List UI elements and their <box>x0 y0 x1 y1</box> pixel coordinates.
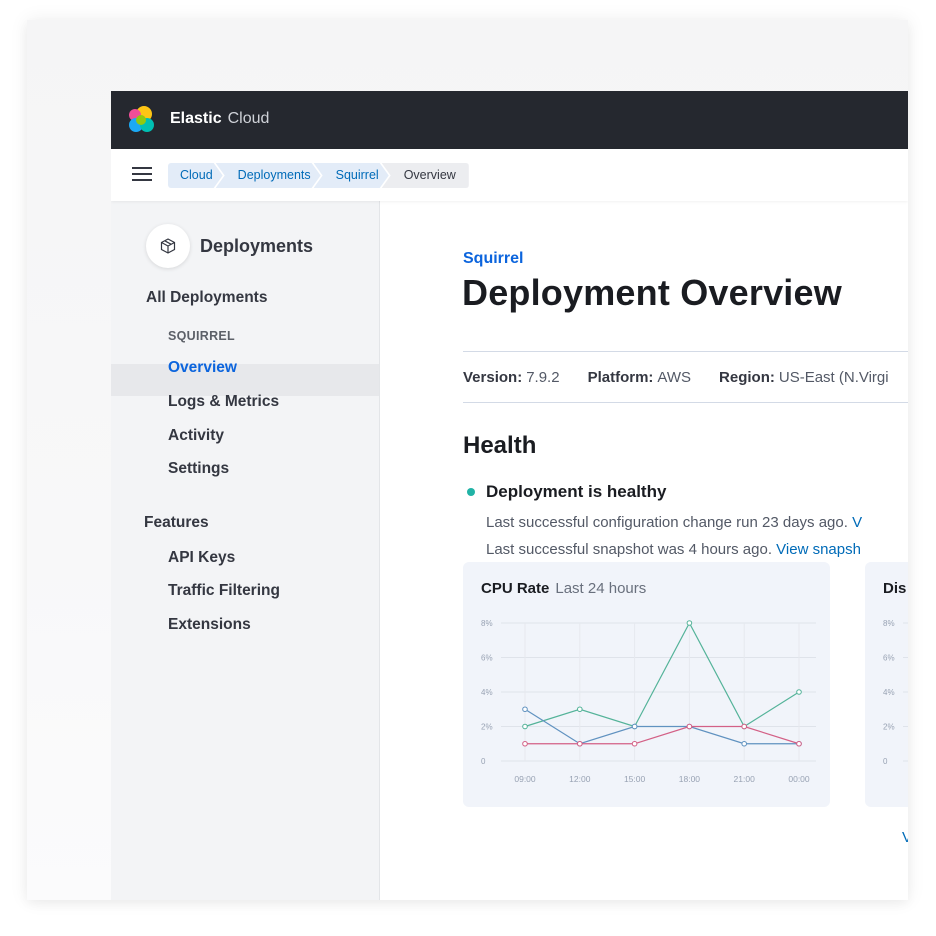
breadcrumb-cloud[interactable]: Cloud <box>168 163 223 188</box>
y-tick-label: 8% <box>883 619 895 628</box>
x-tick-label: 18:00 <box>679 774 701 784</box>
breadcrumb-squirrel[interactable]: Squirrel <box>314 163 389 188</box>
y-tick-label: 6% <box>883 654 895 663</box>
platform-label: Platform: <box>587 368 654 386</box>
deployment-meta: Version: 7.9.2 Platform: AWS Region: US-Eas… <box>463 351 908 403</box>
x-tick-label: 21:00 <box>734 774 756 784</box>
view-snapshots-link[interactable]: View snapsh <box>776 541 861 558</box>
data-point <box>686 723 693 730</box>
disk-chart: 0 2% 4% 6% 8% <box>883 619 908 766</box>
sidebar-features-heading: Features <box>144 514 209 531</box>
data-point <box>577 740 583 747</box>
view-more-link[interactable]: V <box>902 829 908 846</box>
page-title: Deployment Overview <box>462 272 842 313</box>
data-point <box>796 689 802 695</box>
top-bar: Elastic Cloud <box>111 91 908 149</box>
sidebar-item-activity[interactable]: Activity <box>168 427 224 445</box>
version-value: 7.9.2 <box>526 368 560 386</box>
data-point <box>741 723 748 730</box>
sidebar-deployment-name: SQUIRREL <box>168 329 235 343</box>
y-tick-label: 2% <box>481 723 493 732</box>
data-point <box>796 740 802 747</box>
hamburger-menu-icon[interactable] <box>132 167 152 181</box>
data-point <box>686 620 693 626</box>
main-content: Squirrel Deployment Overview Version: 7.9… <box>380 201 908 900</box>
snapshot-info: Last successful snapshot was 4 hours ago… <box>486 541 861 558</box>
health-status: Deployment is healthy <box>467 482 666 502</box>
breadcrumb: Cloud Deployments Squirrel Overview <box>168 163 469 188</box>
health-status-text: Deployment is healthy <box>486 482 667 501</box>
y-tick-label: 0 <box>481 757 486 766</box>
sidebar: Deployments All Deployments SQUIRREL Ove… <box>111 201 380 900</box>
region-value: US-East (N.Virgi <box>778 368 889 386</box>
config-change-info: Last successful configuration change run… <box>486 514 862 531</box>
disk-panel: Dis 0 2% 4% 6% 8% <box>865 562 908 807</box>
brand-product: Cloud <box>227 110 270 127</box>
config-change-text: Last successful configuration change run… <box>486 514 853 531</box>
platform-value: AWS <box>657 368 692 386</box>
data-point <box>577 706 583 713</box>
data-point <box>631 740 638 747</box>
elastic-logo-icon[interactable] <box>127 105 157 135</box>
x-tick-label: 00:00 <box>788 774 810 784</box>
breadcrumb-deployments[interactable]: Deployments <box>216 163 321 188</box>
sidebar-item-traffic-filtering[interactable]: Traffic Filtering <box>168 582 280 600</box>
cube-icon <box>160 238 176 254</box>
sidebar-header: Deployments <box>146 224 313 268</box>
deployments-badge <box>146 224 190 268</box>
y-tick-label: 8% <box>481 619 493 628</box>
data-point <box>522 740 528 747</box>
data-point <box>741 740 748 747</box>
data-point <box>522 723 528 730</box>
cpu-rate-panel: CPU Rate Last 24 hours 0 2% 4% 6% 8% 09:00 12:0… <box>463 562 830 807</box>
y-tick-label: 4% <box>883 688 895 697</box>
version-label: Version: <box>463 368 523 386</box>
sidebar-item-overview[interactable]: Overview <box>168 359 237 377</box>
y-tick-label: 2% <box>883 723 895 732</box>
brand-name: Elastic <box>170 110 222 127</box>
sidebar-item-api-keys[interactable]: API Keys <box>168 549 235 567</box>
cpu-rate-chart: 0 2% 4% 6% 8% 09:00 12:00 15:00 18:00 21:00 00:00 <box>481 619 816 784</box>
config-change-link[interactable]: V <box>852 514 862 531</box>
data-point <box>631 723 638 730</box>
x-tick-label: 15:00 <box>624 774 646 784</box>
x-tick-label: 09:00 <box>514 774 536 784</box>
app-window: Elastic Cloud Cloud Deployments Squirrel … <box>111 91 908 900</box>
snapshot-text: Last successful snapshot was 4 hours ago… <box>486 541 777 558</box>
y-tick-label: 6% <box>481 654 493 663</box>
y-tick-label: 4% <box>481 688 493 697</box>
healthy-status-dot <box>467 488 475 496</box>
brand-title[interactable]: Elastic Cloud <box>170 110 269 128</box>
sidebar-item-all-deployments[interactable]: All Deployments <box>146 289 267 307</box>
sidebar-item-logs-metrics[interactable]: Logs & Metrics <box>168 393 279 411</box>
deployment-link[interactable]: Squirrel <box>463 250 523 268</box>
breadcrumb-bar: Cloud Deployments Squirrel Overview <box>111 149 908 201</box>
sidebar-item-extensions[interactable]: Extensions <box>168 616 251 634</box>
breadcrumb-overview: Overview <box>381 163 469 188</box>
series-line-0 <box>524 621 800 728</box>
sidebar-item-settings[interactable]: Settings <box>168 460 229 478</box>
screenshot-frame: Elastic Cloud Cloud Deployments Squirrel … <box>27 20 908 900</box>
data-point <box>522 706 528 713</box>
region-label: Region: <box>719 368 775 386</box>
sidebar-title: Deployments <box>200 235 314 256</box>
y-tick-label: 0 <box>883 757 888 766</box>
x-tick-label: 12:00 <box>569 774 591 784</box>
health-heading: Health <box>463 432 537 459</box>
sidebar-active-highlight <box>111 364 379 396</box>
